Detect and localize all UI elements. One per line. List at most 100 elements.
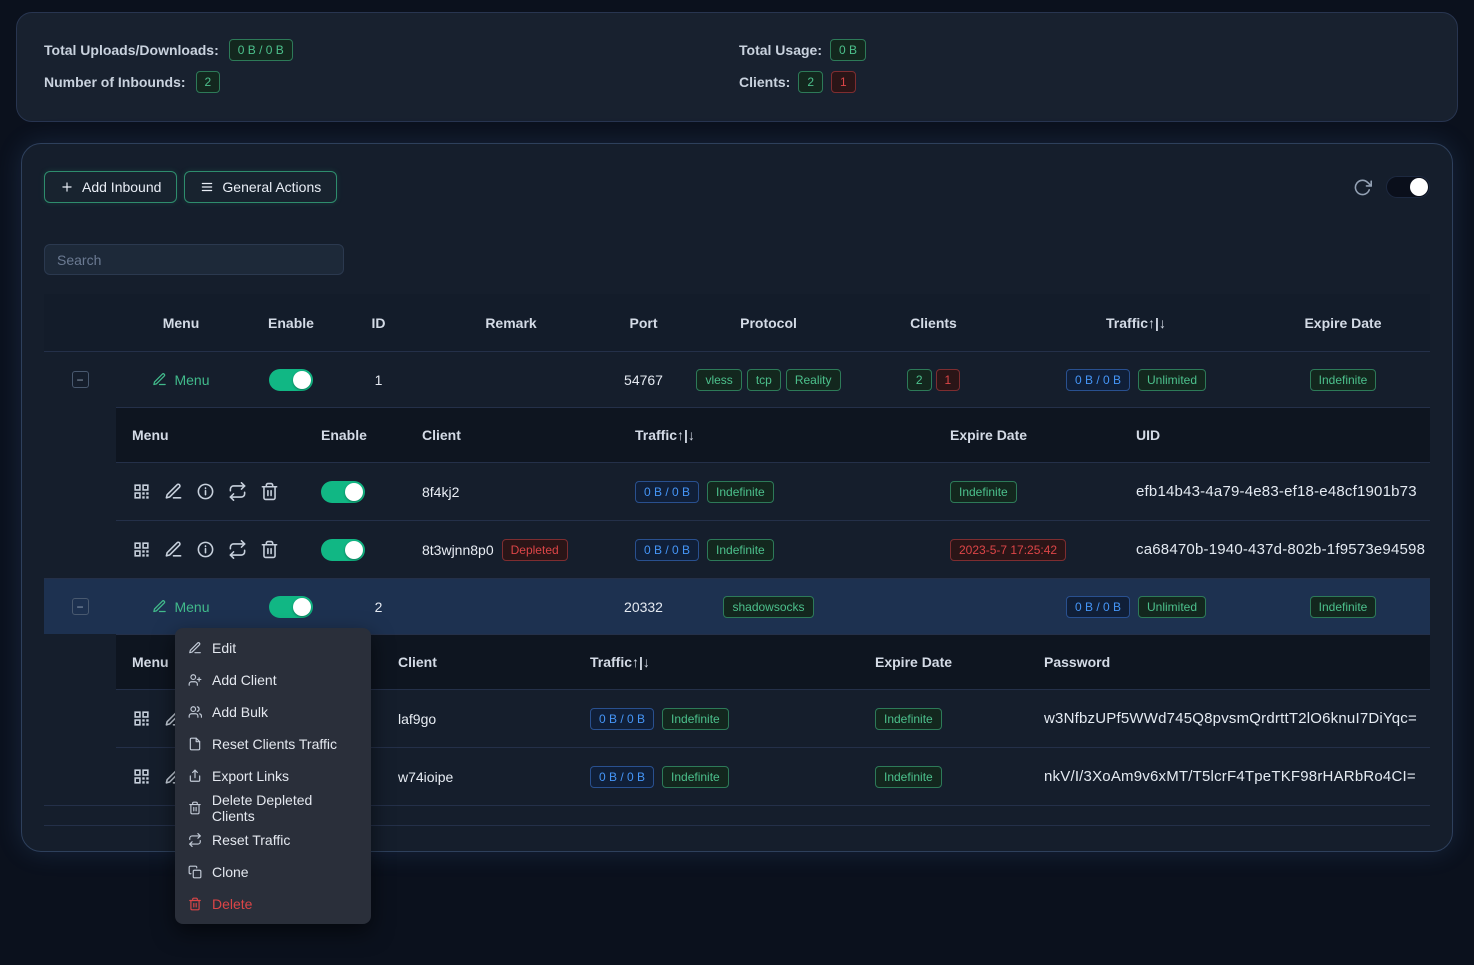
total-usage-label: Total Usage: (739, 42, 822, 58)
delete-client-button[interactable] (260, 482, 279, 501)
menu-item-clone[interactable]: Clone (175, 856, 371, 888)
client-1-enable-toggle[interactable] (321, 481, 365, 503)
edit-pencil-icon (152, 372, 167, 387)
add-inbound-button[interactable]: Add Inbound (44, 171, 177, 203)
list-icon (200, 180, 214, 194)
client-password: nkV/I/3XoAm9v6xMT/T5lcrF4TpeTKF98rHARbRo… (1044, 768, 1416, 785)
uploads-downloads-label: Total Uploads/Downloads: (44, 42, 219, 58)
menu-item-add-client[interactable]: Add Client (175, 664, 371, 696)
menu-item-label: Clone (212, 864, 249, 880)
header-traffic-sort[interactable]: Traffic↑|↓ (1016, 294, 1256, 351)
client-name: 8t3wjnn8p0 (422, 542, 494, 558)
client-info-button[interactable] (196, 482, 215, 501)
refresh-icon[interactable] (1353, 178, 1372, 197)
clients-table-inbound-1: Menu Enable Client Traffic↑|↓ Expire Dat… (116, 407, 1430, 578)
client-name: 8f4kj2 (422, 484, 459, 500)
menu-item-delete-depleted-clients[interactable]: Delete Depleted Clients (175, 792, 371, 824)
inbound-1-remark (421, 352, 601, 407)
client-traffic-tag: 0 B / 0 B (590, 766, 654, 788)
edit-client-button[interactable] (164, 482, 183, 501)
inbound-2-enable-toggle[interactable] (269, 596, 313, 618)
stats-row-1: Total Uploads/Downloads: 0 B / 0 B Total… (44, 34, 1430, 66)
inbound-1-menu-button[interactable]: Menu (152, 372, 209, 388)
menu-item-export-links[interactable]: Export Links (175, 760, 371, 792)
delete-client-button[interactable] (260, 540, 279, 559)
header-clients: Clients (851, 294, 1016, 351)
delete-depleted-clients-icon (188, 801, 202, 815)
inbound-actions-menu: Edit Add Client Add Bulk Reset Clients T… (175, 628, 371, 924)
inbound-1-traffic-limit-tag: Unlimited (1138, 369, 1206, 391)
add-bulk-icon (188, 705, 202, 719)
inbound-table-header: Menu Enable ID Remark Port Protocol Clie… (44, 294, 1430, 351)
total-usage-value: 0 B (830, 39, 866, 61)
qrcode-button[interactable] (132, 767, 151, 786)
qrcode-button[interactable] (132, 709, 151, 728)
inbound-1-enable-toggle[interactable] (269, 369, 313, 391)
inbound-2-id: 2 (336, 579, 421, 634)
collapse-inbound-1-button[interactable]: − (72, 371, 89, 388)
client-traffic-limit-tag: Indefinite (707, 481, 774, 503)
inbounds-count-label: Number of Inbounds: (44, 74, 186, 90)
plus-icon (60, 180, 74, 194)
client-traffic-tag: 0 B / 0 B (635, 539, 699, 561)
general-actions-button[interactable]: General Actions (184, 171, 337, 203)
menu-item-add-bulk[interactable]: Add Bulk (175, 696, 371, 728)
inbound-1-port: 54767 (601, 352, 686, 407)
client-traffic-limit-tag: Indefinite (662, 708, 729, 730)
client-row-8t3wjnn8p0: 8t3wjnn8p0 Depleted 0 B / 0 B Indefinite… (116, 520, 1430, 578)
client-expire-tag: Indefinite (875, 708, 942, 730)
client-info-button[interactable] (196, 540, 215, 559)
header-client-traffic-sort[interactable]: Traffic↑|↓ (619, 408, 934, 462)
stats-row-2: Number of Inbounds: 2 Clients: 2 1 (44, 66, 1430, 98)
menu-item-label: Export Links (212, 768, 289, 784)
header-client-uid: UID (1120, 408, 1430, 462)
menu-item-label: Reset Clients Traffic (212, 736, 337, 752)
inbound-row-1: − Menu 1 54767 vless tcp Reality 2 1 (44, 351, 1430, 407)
dark-mode-toggle[interactable] (1386, 176, 1430, 198)
reset-client-traffic-button[interactable] (228, 482, 247, 501)
inbound-2-traffic-tag: 0 B / 0 B (1066, 596, 1130, 618)
edit-client-button[interactable] (164, 540, 183, 559)
clone-icon (188, 865, 202, 879)
toolbar: Add Inbound General Actions (44, 171, 1430, 203)
menu-item-label: Delete (212, 896, 252, 912)
menu-item-delete[interactable]: Delete (175, 888, 371, 920)
menu-item-edit[interactable]: Edit (175, 632, 371, 664)
search-input[interactable] (44, 244, 344, 275)
menu-item-reset-traffic[interactable]: Reset Traffic (175, 824, 371, 856)
menu-item-label: Add Bulk (212, 704, 268, 720)
client-traffic-limit-tag: Indefinite (662, 766, 729, 788)
collapse-inbound-2-button[interactable]: − (72, 598, 89, 615)
menu-item-reset-clients-traffic[interactable]: Reset Clients Traffic (175, 728, 371, 760)
client-traffic-tag: 0 B / 0 B (635, 481, 699, 503)
add-client-icon (188, 673, 202, 687)
inbound-2-menu-label: Menu (174, 599, 209, 615)
general-actions-label: General Actions (222, 179, 321, 195)
menu-item-label: Reset Traffic (212, 832, 290, 848)
clients-active-value: 2 (798, 71, 823, 93)
menu-item-label: Delete Depleted Clients (212, 792, 358, 824)
header-client-name: Client (406, 408, 619, 462)
client-2-enable-toggle[interactable] (321, 539, 365, 561)
stats-card: Total Uploads/Downloads: 0 B / 0 B Total… (16, 12, 1458, 122)
reset-client-traffic-button[interactable] (228, 540, 247, 559)
protocol-tag: shadowsocks (723, 596, 813, 618)
header-remark: Remark (421, 294, 601, 351)
clients-table-1-header: Menu Enable Client Traffic↑|↓ Expire Dat… (116, 407, 1430, 462)
network-tag: tcp (747, 369, 781, 391)
header-client-traffic-sort[interactable]: Traffic↑|↓ (574, 635, 859, 689)
header-id: ID (336, 294, 421, 351)
qrcode-button[interactable] (132, 540, 151, 559)
qrcode-button[interactable] (132, 482, 151, 501)
inbound-2-port: 20332 (601, 579, 686, 634)
clients-count-label: Clients: (739, 74, 790, 90)
add-inbound-label: Add Inbound (82, 179, 161, 195)
header-client-menu: Menu (116, 408, 305, 462)
uploads-downloads-value: 0 B / 0 B (229, 39, 293, 61)
client-row-8f4kj2: 8f4kj2 0 B / 0 B Indefinite Indefinite e… (116, 462, 1430, 520)
header-client-expire: Expire Date (859, 635, 1028, 689)
header-client-name: Client (382, 635, 574, 689)
client-uid: efb14b43-4a79-4e83-ef18-e48cf1901b73 (1136, 483, 1417, 500)
inbound-2-menu-button[interactable]: Menu (152, 599, 209, 615)
header-protocol: Protocol (686, 294, 851, 351)
